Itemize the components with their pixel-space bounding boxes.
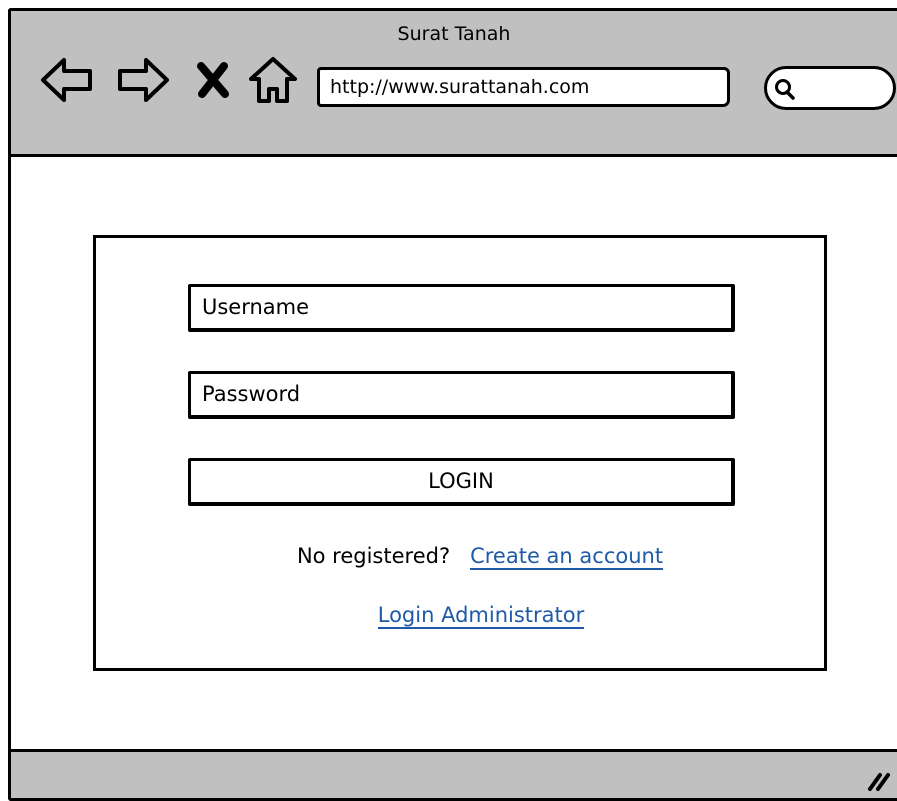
home-icon [249, 57, 297, 103]
login-panel: Username Password LOGIN No registered? Cr… [93, 235, 827, 671]
window-title: Surat Tanah [397, 23, 511, 45]
status-bar [11, 749, 897, 798]
resize-grip-icon [868, 773, 890, 791]
close-x-icon [197, 62, 229, 98]
home-button[interactable] [247, 55, 299, 105]
search-icon [775, 79, 795, 100]
stop-button[interactable] [191, 55, 235, 105]
admin-row: Login Administrator [96, 603, 824, 629]
resize-grip[interactable] [865, 766, 891, 792]
username-field[interactable]: Username [188, 284, 735, 332]
right-arrow-icon [118, 58, 169, 102]
password-field[interactable]: Password [188, 371, 735, 419]
browser-toolbar: Surat Tanah http://www.surattanah.com [11, 11, 897, 157]
back-button[interactable] [39, 55, 95, 105]
admin-login-link[interactable]: Login Administrator [377, 603, 585, 629]
left-arrow-icon [41, 58, 92, 102]
register-prompt: No registered? [296, 544, 451, 568]
url-input[interactable]: http://www.surattanah.com [317, 67, 730, 107]
login-button[interactable]: LOGIN [188, 458, 735, 506]
forward-button[interactable] [115, 55, 171, 105]
browser-window: Surat Tanah http://www.surattanah.com Us… [8, 8, 897, 801]
register-row: No registered? Create an account [96, 544, 824, 570]
create-account-link[interactable]: Create an account [470, 544, 664, 570]
search-input[interactable] [764, 66, 896, 110]
